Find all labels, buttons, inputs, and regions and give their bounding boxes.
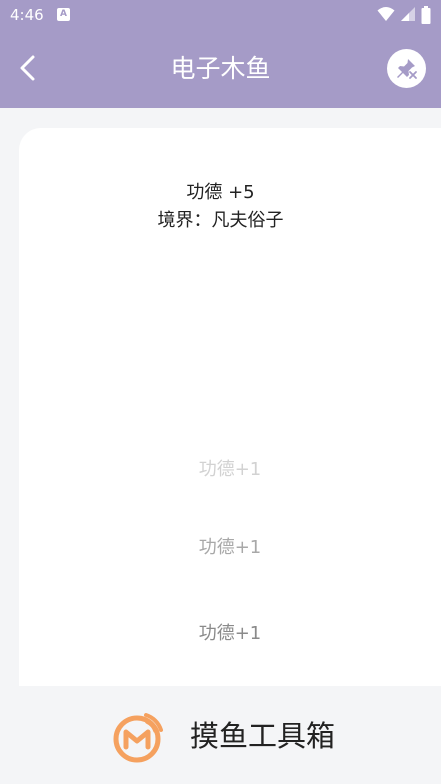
back-chevron-icon: [20, 55, 35, 81]
wifi-icon: [377, 7, 395, 21]
m-logo-icon: [113, 713, 163, 763]
app-bar: 电子木鱼: [0, 30, 441, 108]
status-icons: [377, 6, 431, 24]
footer-brand-text: 摸鱼工具箱: [190, 719, 336, 753]
floating-merit: 功德+1: [198, 459, 262, 480]
page-title: 电子木鱼: [170, 54, 271, 83]
status-bar: 4:46 A: [0, 0, 441, 30]
back-button[interactable]: [8, 48, 48, 88]
unpin-icon: [397, 59, 417, 79]
pin-button[interactable]: [387, 49, 426, 88]
floating-merit: 功德+1: [198, 537, 262, 558]
floating-merit: 功德+1: [198, 623, 262, 644]
signal-icon: [400, 7, 415, 21]
realm-label: 境界：凡夫俗子: [157, 210, 284, 231]
status-app-icon: A: [57, 8, 70, 21]
battery-icon: [421, 6, 431, 24]
merit-total: 功德 +5: [186, 182, 255, 203]
status-time: 4:46: [10, 6, 44, 24]
footer: 摸鱼工具箱: [0, 686, 441, 784]
